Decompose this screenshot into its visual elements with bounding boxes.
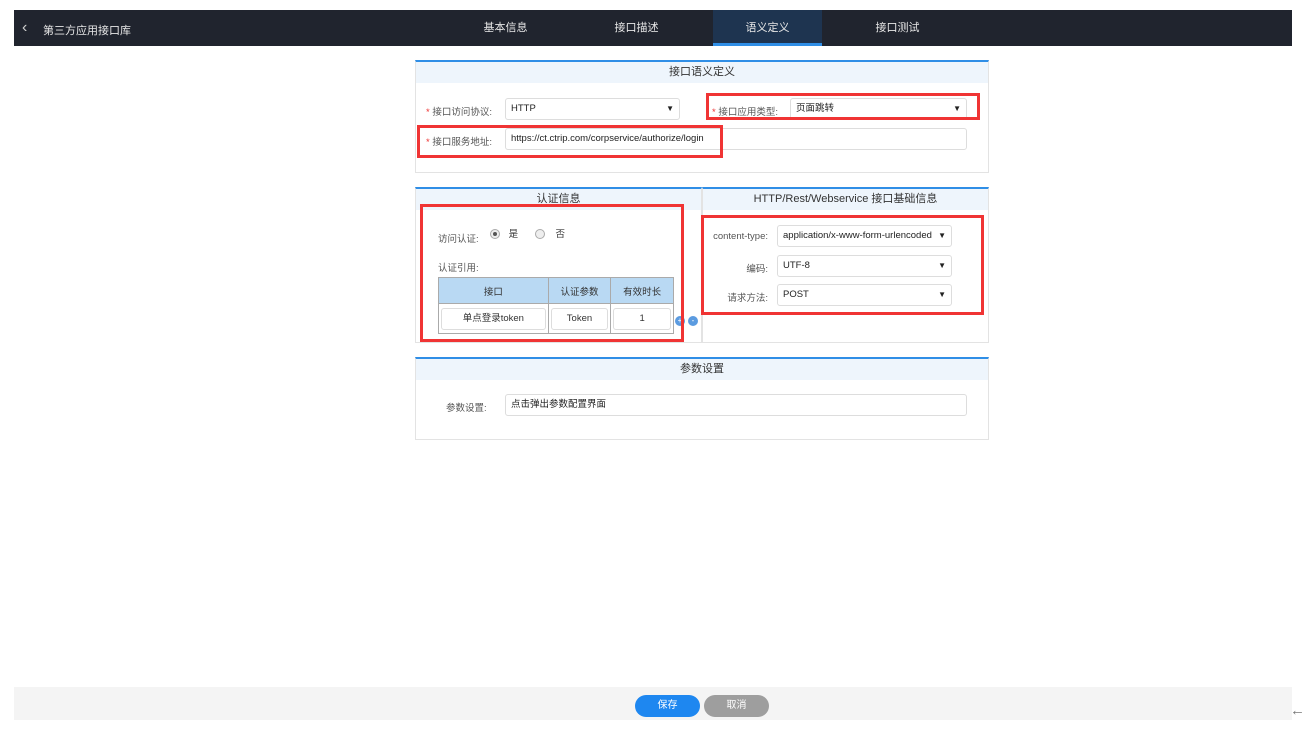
duration-cell[interactable]: 1	[613, 307, 671, 330]
table-row: 单点登录token Token 1	[438, 303, 674, 334]
add-row-icon[interactable]: +	[675, 316, 685, 326]
params-input[interactable]: 点击弹出参数配置界面	[505, 394, 967, 416]
url-input[interactable]: https://ct.ctrip.com/corpservice/authori…	[505, 128, 967, 150]
content-type-select[interactable]: application/x-www-form-urlencoded ▼	[777, 225, 952, 247]
dropdown-arrow-icon: ▼	[938, 290, 946, 299]
encoding-label: 编码:	[746, 264, 768, 275]
save-button[interactable]: 保存	[635, 695, 700, 717]
app-type-select[interactable]: 页面跳转 ▼	[790, 98, 967, 120]
method-select[interactable]: POST ▼	[777, 284, 952, 306]
access-auth-label: 访问认证:	[438, 234, 479, 245]
arrow-left-icon[interactable]: ←	[1290, 702, 1303, 719]
auth-panel: 认证信息 访问认证: 是 否 认证引用: 接口 认证参数 有效时长 单点登录toke…	[415, 187, 702, 343]
tab-test[interactable]: 接口测试	[843, 10, 952, 46]
radio-yes-label: 是	[508, 229, 519, 240]
method-label: 请求方法:	[727, 293, 768, 304]
protocol-label: * 接口访问协议:	[426, 107, 492, 118]
dropdown-arrow-icon: ▼	[938, 261, 946, 270]
top-nav: ‹ 第三方应用接口库 基本信息 接口描述 语义定义 接口测试	[14, 10, 1292, 46]
app-type-label: * 接口应用类型:	[712, 107, 778, 118]
back-arrow-icon[interactable]: ‹	[22, 19, 27, 37]
dropdown-arrow-icon: ▼	[938, 231, 946, 240]
param-cell[interactable]: Token	[550, 307, 609, 330]
tab-description[interactable]: 接口描述	[582, 10, 691, 46]
col-param: 认证参数	[547, 277, 612, 304]
radio-no[interactable]	[534, 229, 545, 240]
back-title[interactable]: 第三方应用接口库	[43, 22, 131, 38]
interface-cell[interactable]: 单点登录token	[441, 307, 546, 330]
params-title: 参数设置	[416, 359, 988, 380]
protocol-select[interactable]: HTTP ▼	[505, 98, 680, 120]
footer-bar: 保存 取消	[14, 687, 1292, 720]
col-duration: 有效时长	[610, 277, 674, 304]
dropdown-arrow-icon: ▼	[953, 104, 961, 113]
remove-row-icon[interactable]: -	[688, 316, 698, 326]
url-label: * 接口服务地址:	[426, 137, 492, 148]
params-label: 参数设置:	[446, 403, 487, 414]
http-title: HTTP/Rest/Webservice 接口基础信息	[703, 189, 988, 210]
auth-table: 接口 认证参数 有效时长 单点登录token Token 1	[438, 277, 674, 334]
http-panel: HTTP/Rest/Webservice 接口基础信息 content-type…	[702, 187, 989, 343]
encoding-select[interactable]: UTF-8 ▼	[777, 255, 952, 277]
semantic-title: 接口语义定义	[416, 62, 988, 83]
cancel-button[interactable]: 取消	[704, 695, 769, 717]
auth-ref-label: 认证引用:	[438, 263, 479, 274]
radio-yes[interactable]	[490, 229, 500, 240]
params-panel: 参数设置 参数设置: 点击弹出参数配置界面	[415, 357, 989, 440]
tab-semantic[interactable]: 语义定义	[713, 10, 822, 46]
radio-no-label: 否	[555, 229, 565, 240]
content-type-label: content-type:	[713, 231, 768, 242]
auth-title: 认证信息	[416, 189, 701, 210]
semantic-panel: 接口语义定义 * 接口访问协议: HTTP ▼ * 接口应用类型: 页面跳转 ▼ *…	[415, 60, 989, 173]
tab-basic-info[interactable]: 基本信息	[451, 10, 560, 46]
col-interface: 接口	[438, 277, 549, 304]
dropdown-arrow-icon: ▼	[666, 104, 674, 113]
